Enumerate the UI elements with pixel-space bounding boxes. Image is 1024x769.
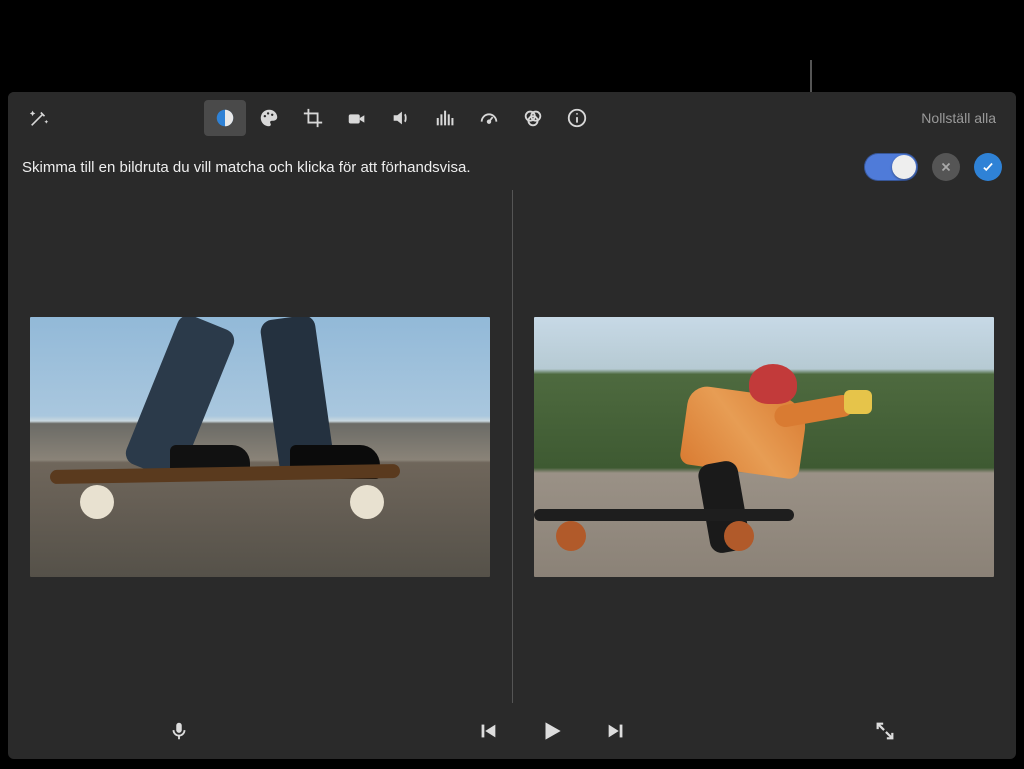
speedometer-icon bbox=[478, 107, 500, 129]
fullscreen-button[interactable] bbox=[868, 714, 902, 748]
color-balance-icon bbox=[214, 107, 236, 129]
right-clip-thumbnail bbox=[534, 317, 994, 577]
previous-frame-button[interactable] bbox=[471, 714, 505, 748]
magic-wand-icon bbox=[28, 107, 50, 129]
play-button[interactable] bbox=[535, 714, 569, 748]
skip-back-icon bbox=[477, 720, 499, 742]
preview-pane-left[interactable] bbox=[8, 190, 512, 703]
crop-icon bbox=[302, 107, 324, 129]
toggle-knob bbox=[892, 155, 916, 179]
overlap-circles-icon bbox=[522, 107, 544, 129]
color-correction-button[interactable] bbox=[248, 100, 290, 136]
close-icon bbox=[939, 160, 953, 174]
equalizer-icon bbox=[434, 107, 456, 129]
filters-button[interactable] bbox=[512, 100, 554, 136]
playback-bar bbox=[8, 703, 1016, 759]
microphone-icon bbox=[168, 720, 190, 742]
noise-reduction-button[interactable] bbox=[424, 100, 466, 136]
preview-pane-right[interactable] bbox=[512, 190, 1016, 703]
adjustments-toolbar: Nollställ alla bbox=[8, 92, 1016, 144]
speed-button[interactable] bbox=[468, 100, 510, 136]
video-editor-panel: Nollställ alla Skimma till en bildruta d… bbox=[8, 92, 1016, 759]
check-icon bbox=[981, 160, 995, 174]
info-icon bbox=[566, 107, 588, 129]
color-balance-button[interactable] bbox=[204, 100, 246, 136]
voiceover-button[interactable] bbox=[162, 714, 196, 748]
preview-toggle[interactable] bbox=[864, 153, 918, 181]
skip-forward-icon bbox=[605, 720, 627, 742]
preview-divider bbox=[512, 190, 513, 703]
hint-row: Skimma till en bildruta du vill matcha o… bbox=[8, 144, 1016, 190]
play-icon bbox=[539, 718, 565, 744]
info-button[interactable] bbox=[556, 100, 598, 136]
left-clip-thumbnail bbox=[30, 317, 490, 577]
cancel-button[interactable] bbox=[932, 153, 960, 181]
next-frame-button[interactable] bbox=[599, 714, 633, 748]
expand-icon bbox=[874, 720, 896, 742]
volume-button[interactable] bbox=[380, 100, 422, 136]
color-palette-icon bbox=[258, 107, 280, 129]
confirm-button[interactable] bbox=[974, 153, 1002, 181]
enhance-button[interactable] bbox=[18, 100, 60, 136]
crop-button[interactable] bbox=[292, 100, 334, 136]
reset-all-button[interactable]: Nollställ alla bbox=[921, 110, 1006, 126]
stabilization-button[interactable] bbox=[336, 100, 378, 136]
hint-text: Skimma till en bildruta du vill matcha o… bbox=[22, 159, 850, 176]
camera-icon bbox=[346, 107, 368, 129]
volume-icon bbox=[390, 107, 412, 129]
